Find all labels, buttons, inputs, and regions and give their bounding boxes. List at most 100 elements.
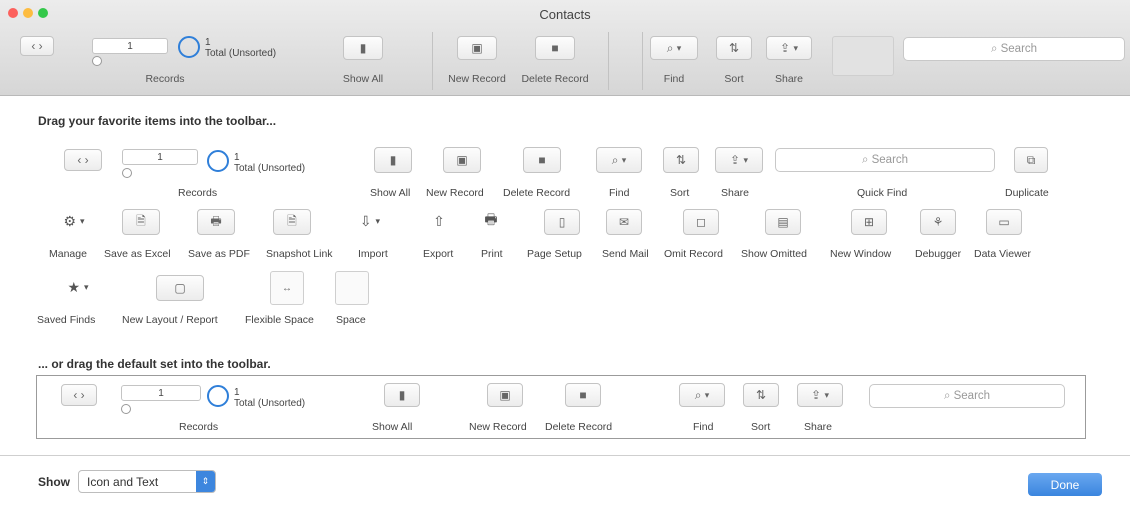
- record-progress-ring: [178, 36, 200, 58]
- default-show-all-label: Show All: [372, 421, 413, 433]
- show-label: Show: [38, 475, 70, 489]
- toolbar-separator: [642, 32, 643, 90]
- item-record-slider[interactable]: 1: [122, 149, 198, 165]
- sort-icon: ⇅: [728, 41, 740, 55]
- item-new-layout[interactable]: ▢: [156, 275, 204, 301]
- chevron-left-right-icon: ‹ ›: [73, 388, 85, 402]
- default-delete-record-label: Delete Record: [545, 421, 613, 433]
- search-icon: ⌕: [611, 152, 619, 167]
- item-show-all[interactable]: ▮: [374, 147, 412, 173]
- item-export[interactable]: ⇧: [424, 209, 454, 233]
- chevron-down-icon: ▾: [375, 215, 381, 226]
- item-manage[interactable]: ⚙ ▾: [54, 209, 94, 233]
- item-new-layout-label: New Layout / Report: [122, 314, 218, 326]
- chevron-down-icon: ▾: [83, 281, 89, 292]
- show-all-button[interactable]: ▮: [343, 36, 383, 60]
- new-record-icon: ▣: [499, 388, 511, 402]
- item-space[interactable]: [335, 271, 369, 305]
- default-set-box[interactable]: ‹ › 1 1 Total (Unsorted) Records ▮ Show A…: [36, 375, 1086, 439]
- excel-file-icon: 🗎: [136, 213, 146, 228]
- new-record-icon: ▣: [471, 41, 483, 55]
- item-quick-find-label: Quick Find: [857, 187, 908, 199]
- share-icon: ⇪: [811, 388, 822, 402]
- default-record-nav: ‹ ›: [61, 384, 97, 406]
- item-data-viewer-label: Data Viewer: [974, 248, 1032, 260]
- record-nav-buttons[interactable]: ‹ ›: [20, 36, 54, 56]
- search-icon: ⌕: [694, 387, 702, 402]
- item-new-record[interactable]: ▣: [443, 147, 481, 173]
- item-save-pdf[interactable]: 🖶: [197, 209, 235, 235]
- record-count: 1 Total (Unsorted): [205, 37, 277, 59]
- item-delete-record[interactable]: ■: [523, 147, 561, 173]
- share-button[interactable]: ⇪ ▾: [766, 36, 812, 60]
- item-quick-find-field[interactable]: ⌕ Search: [775, 148, 995, 172]
- item-omit-record[interactable]: ◻: [683, 209, 719, 235]
- item-new-window[interactable]: ⊞: [851, 209, 887, 235]
- toolbar-separator: [432, 32, 433, 90]
- item-print-label: Print: [481, 248, 503, 260]
- sort-icon: ⇅: [675, 153, 687, 167]
- new-record-button[interactable]: ▣: [457, 36, 497, 60]
- item-omit-record-label: Omit Record: [664, 248, 723, 260]
- item-saved-finds[interactable]: ★ ▾: [56, 274, 100, 300]
- search-icon: ⌕: [943, 389, 951, 402]
- delete-record-button[interactable]: ■: [535, 36, 575, 60]
- item-space-label: Space: [336, 314, 366, 326]
- show-popup[interactable]: Icon and Text ⇕: [78, 470, 216, 493]
- item-print[interactable]: 🖶: [476, 209, 506, 233]
- item-manage-label: Manage: [49, 248, 87, 260]
- import-icon: ⇩: [359, 212, 372, 229]
- default-find: ⌕ ▾: [679, 383, 725, 407]
- item-sort[interactable]: ⇅: [663, 147, 699, 173]
- item-duplicate[interactable]: ⧉: [1014, 147, 1048, 173]
- item-find[interactable]: ⌕ ▾: [596, 147, 642, 173]
- item-new-record-label: New Record: [426, 187, 484, 199]
- default-find-label: Find: [693, 421, 714, 433]
- flexible-space-icon: ↔: [282, 282, 292, 294]
- item-snapshot-link[interactable]: 🗎: [273, 209, 311, 235]
- footer-divider: [0, 455, 1130, 456]
- item-flexible-space[interactable]: ↔: [270, 271, 304, 305]
- printer-icon: 🖶: [484, 211, 498, 227]
- default-delete-record: ■: [565, 383, 601, 407]
- default-share-label: Share: [804, 421, 833, 433]
- chevron-down-icon: ▾: [743, 154, 748, 165]
- item-show-all-label: Show All: [370, 187, 411, 199]
- item-new-window-label: New Window: [830, 248, 892, 260]
- item-import[interactable]: ⇩ ▾: [350, 209, 390, 233]
- default-progress-ring: [207, 385, 229, 407]
- default-sort-label: Sort: [751, 421, 771, 433]
- sort-button[interactable]: ⇅: [716, 36, 752, 60]
- item-show-omitted[interactable]: ▤: [765, 209, 801, 235]
- new-record-label: New Record: [448, 73, 506, 85]
- record-slider[interactable]: 1: [92, 38, 168, 54]
- delete-record-icon: ■: [551, 41, 559, 55]
- toolbar-empty-slot: [832, 36, 894, 76]
- chevron-left-right-icon: ‹ ›: [31, 39, 43, 53]
- item-share[interactable]: ⇪ ▾: [715, 147, 763, 173]
- record-slider-knob[interactable]: [92, 56, 102, 66]
- chevron-down-icon: ▾: [824, 389, 829, 400]
- item-page-setup[interactable]: ▯: [544, 209, 580, 235]
- popup-arrows-icon: ⇕: [196, 471, 215, 492]
- chevron-down-icon: ▾: [676, 42, 682, 53]
- item-share-label: Share: [721, 187, 750, 199]
- item-debugger[interactable]: ⚘: [920, 209, 956, 235]
- item-snapshot-label: Snapshot Link: [266, 248, 333, 260]
- share-label: Share: [774, 73, 804, 85]
- item-find-label: Find: [609, 187, 630, 199]
- find-button[interactable]: ⌕ ▾: [650, 36, 698, 60]
- item-save-excel[interactable]: 🗎: [122, 209, 160, 235]
- item-import-label: Import: [358, 248, 388, 260]
- toolbar-search-field[interactable]: ⌕ Search: [903, 37, 1125, 61]
- item-send-mail[interactable]: ✉: [606, 209, 642, 235]
- item-data-viewer[interactable]: ▭: [986, 209, 1022, 235]
- item-record-nav[interactable]: ‹ ›: [64, 149, 102, 171]
- item-save-pdf-label: Save as PDF: [188, 248, 250, 260]
- done-button[interactable]: Done: [1028, 473, 1102, 496]
- item-record-slider-knob: [122, 168, 132, 178]
- search-icon: ⌕: [861, 153, 869, 166]
- record-current: 1: [127, 40, 133, 52]
- new-window-icon: ⊞: [863, 215, 875, 229]
- item-saved-finds-label: Saved Finds: [37, 314, 96, 326]
